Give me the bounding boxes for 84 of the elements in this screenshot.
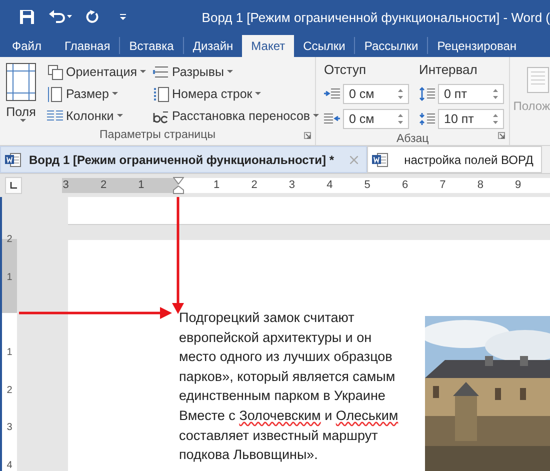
ruler-number: 3 — [6, 421, 12, 436]
spinner-icon[interactable] — [493, 88, 498, 100]
breaks-icon — [153, 64, 169, 80]
size-button[interactable]: Размер — [44, 83, 148, 104]
save-icon[interactable] — [20, 10, 34, 24]
ribbon-tab[interactable]: Рассылки — [355, 34, 428, 57]
spinner-icon[interactable] — [398, 113, 403, 125]
spacing-label: Интервал — [419, 61, 478, 79]
caret-icon — [116, 114, 123, 118]
ruler-number: 5 — [363, 178, 372, 193]
text-line: подкова Львовщины». — [179, 446, 319, 464]
line-numbers-icon — [153, 86, 169, 102]
document-tab[interactable]: настройка полей ВОРД — [367, 146, 542, 173]
ruler-number: 8 — [476, 178, 484, 193]
ribbon-tab[interactable]: Макет — [242, 35, 294, 57]
text-line: Подгорецкий замок считают — [179, 309, 356, 327]
spacing-before-icon — [419, 87, 435, 101]
ruler-number: 7 — [438, 178, 447, 193]
dialog-launcher-icon[interactable] — [498, 132, 506, 139]
text-line: единственным парком в Украине — [179, 387, 386, 406]
spin-field[interactable]: 0 см — [343, 109, 409, 129]
spin-field[interactable]: 10 пт — [438, 109, 504, 129]
ribbon-tab[interactable]: Дизайн — [184, 34, 242, 57]
document-tab[interactable]: Ворд 1 [Режим ограниченной функциональности] * — [0, 146, 368, 173]
ribbon-tab[interactable]: Вставка — [120, 34, 183, 57]
left-tab-icon — [10, 182, 17, 189]
ruler-number: 6 — [400, 178, 410, 193]
dialog-launcher-icon[interactable] — [304, 132, 311, 139]
hyphenation-button[interactable]: Расстановка переносов — [150, 105, 322, 126]
text-line: место одного из лучших образцов — [179, 348, 394, 366]
undo-icon[interactable] — [48, 10, 72, 24]
caret-icon — [112, 92, 118, 96]
margins-icon — [6, 63, 36, 101]
ruler-number: 4 — [6, 459, 12, 471]
ruler-number: 3 — [62, 178, 70, 193]
spinner-icon[interactable] — [493, 113, 498, 125]
indent-left-icon — [324, 88, 340, 100]
group-label: Абзац — [395, 132, 430, 145]
ruler-number: 1 — [137, 178, 146, 193]
spinner-icon[interactable] — [398, 88, 403, 100]
breaks-button[interactable]: Разрывы — [150, 61, 322, 82]
indent-marker-icon[interactable] — [173, 177, 184, 194]
indent-right-icon — [324, 113, 340, 125]
ruler-number: 1 — [6, 270, 12, 285]
tab-stop-selector[interactable] — [5, 177, 22, 194]
size-icon — [47, 86, 63, 102]
ruler-number: 1 — [6, 346, 12, 360]
customize-toolbar-icon[interactable] — [120, 14, 128, 20]
window-title: Ворд 1 [Режим ограниченной функциональности] - Word ( — [202, 10, 550, 24]
text-line: европейской архитектуры и он — [179, 328, 373, 347]
ribbon-tab[interactable]: Файл — [0, 34, 56, 57]
margins-button[interactable]: Поля — [0, 61, 38, 127]
caret-icon — [313, 114, 320, 118]
text-line: Вместе с Золочевским и Олеським — [179, 406, 400, 425]
orientation-button[interactable]: Ориентация — [44, 61, 148, 82]
ribbon-tab[interactable]: Главная — [56, 34, 120, 57]
indent-label: Отступ — [324, 61, 368, 79]
columns-button[interactable]: Колонки — [44, 105, 148, 126]
ruler-number: 4 — [326, 178, 334, 193]
word-document-icon — [372, 152, 388, 168]
text-line: составляет известный маршрут — [179, 426, 379, 445]
caret-icon — [227, 70, 234, 74]
word-document-icon — [5, 152, 21, 168]
caret-icon — [255, 92, 262, 96]
line-numbers-button[interactable]: Номера строк — [150, 83, 322, 104]
ribbon-tab[interactable]: Рецензирован — [428, 34, 526, 57]
ruler-number: 9 — [514, 178, 522, 193]
ruler-number: 3 — [288, 178, 296, 193]
caret-icon — [20, 119, 26, 123]
redo-icon[interactable] — [86, 10, 100, 24]
ruler-number: 2 — [6, 384, 12, 398]
text-line: парков», который является самым — [179, 368, 396, 386]
spacing-after-icon — [419, 112, 435, 126]
group-label: Параметры страницы — [98, 128, 216, 143]
spin-field[interactable]: 0 см — [343, 84, 409, 104]
spin-field[interactable]: 0 пт — [438, 84, 504, 104]
orientation-icon — [47, 64, 63, 80]
columns-icon — [47, 108, 63, 122]
caret-icon — [140, 70, 146, 74]
ruler-number: 2 — [99, 178, 108, 193]
ruler-number: 2 — [6, 233, 12, 247]
ribbon-tab[interactable]: Ссылки — [294, 34, 354, 57]
ruler-number: 1 — [212, 178, 221, 193]
ruler-number: 2 — [250, 178, 258, 193]
